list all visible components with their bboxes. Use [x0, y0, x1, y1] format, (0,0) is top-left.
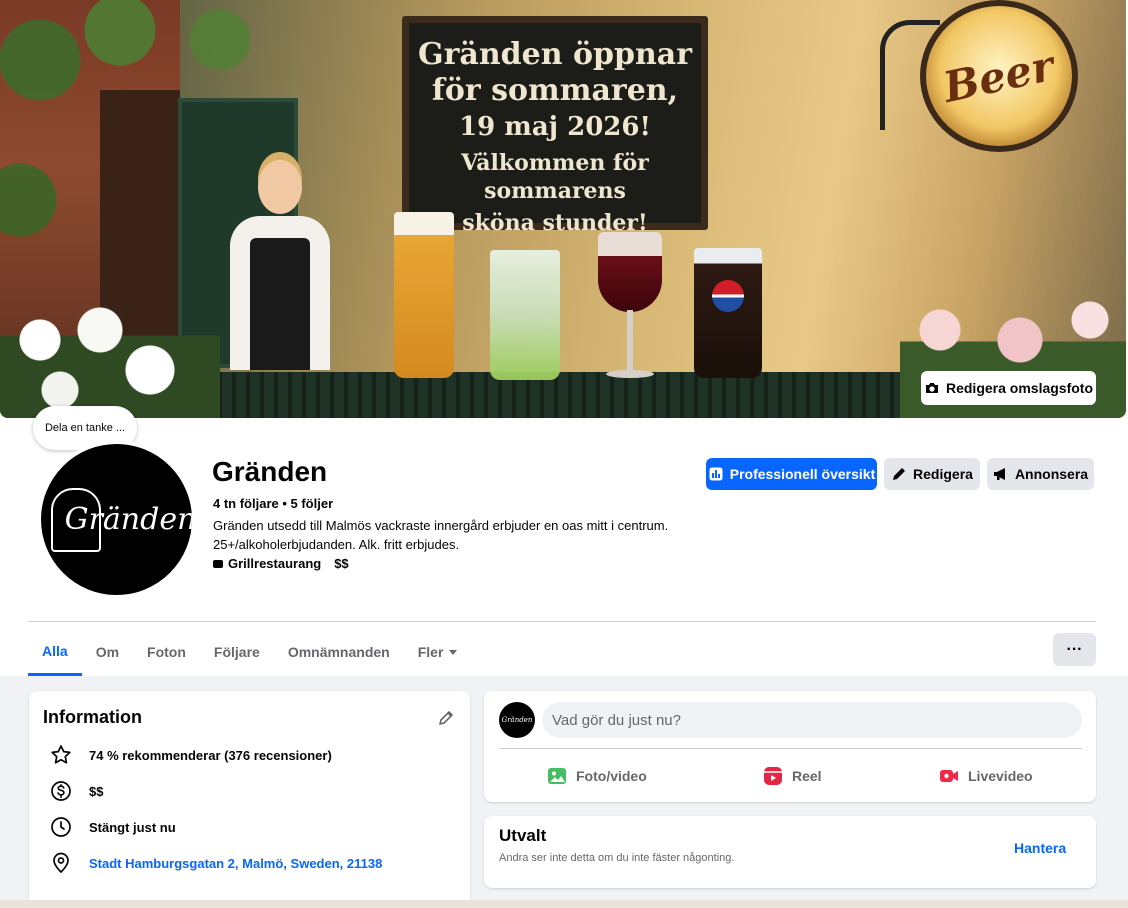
tab-followers[interactable]: Följare: [200, 628, 274, 676]
composer-avatar-text: Gränden: [501, 716, 533, 724]
hours-text: Stängt just nu: [89, 819, 176, 835]
share-thought-label: Dela en tanke ...: [44, 422, 126, 434]
live-video-label: Livevideo: [968, 768, 1033, 784]
photo-icon: [548, 768, 566, 784]
price-text: $$: [89, 783, 104, 799]
composer-avatar[interactable]: Gränden: [499, 702, 535, 738]
header-divider: [28, 621, 1096, 622]
beer-sign-text: Beer: [939, 40, 1059, 112]
advertise-label: Annonsera: [1014, 466, 1089, 482]
featured-title: Utvalt: [499, 826, 547, 845]
beer-glass: [394, 212, 454, 378]
live-video-button[interactable]: Livevideo: [938, 761, 1033, 791]
tab-label: Följare: [213, 644, 260, 660]
tab-label: Fler: [417, 644, 444, 660]
pencil-icon[interactable]: [437, 709, 455, 727]
logo-house-icon: [51, 488, 101, 552]
waitress: [222, 160, 336, 370]
tab-more[interactable]: Fler: [404, 628, 472, 676]
rating-text: 74 % rekommenderar (376 recensioner): [89, 747, 332, 763]
composer-divider: [499, 748, 1082, 749]
page-title: Gränden: [212, 456, 328, 487]
price-range: $$: [334, 556, 349, 571]
tab-all[interactable]: Alla: [28, 628, 82, 676]
waitress-head: [258, 160, 302, 214]
edit-label: Redigera: [913, 466, 973, 482]
live-video-icon: [940, 770, 958, 782]
manage-featured-link[interactable]: Hantera: [1014, 840, 1066, 856]
clock-icon: [51, 817, 71, 837]
edit-cover-label: Redigera omslagsfoto: [945, 380, 1094, 396]
tab-about[interactable]: Om: [82, 628, 133, 676]
mojito-glass: [490, 250, 560, 380]
professional-label: Professionell översikt: [729, 466, 876, 482]
hours-row: Stängt just nu: [49, 815, 176, 839]
pepsi-logo: [712, 280, 744, 312]
sign-line-3: 19 maj 2026!: [459, 112, 651, 142]
photo-video-button[interactable]: Foto/video: [546, 761, 647, 791]
rating-row: 74 % rekommenderar (376 recensioner): [49, 743, 332, 767]
tab-label: Alla: [42, 642, 68, 659]
reel-icon: [764, 767, 782, 785]
dollar-icon: [51, 781, 71, 801]
tab-photos[interactable]: Foton: [133, 628, 200, 676]
price-row: $$: [49, 779, 103, 803]
profile-tabs: Alla Om Foton Följare Omnämnanden Fler: [28, 628, 471, 676]
wine-glass-foot: [606, 370, 654, 378]
page-avatar[interactable]: Gränden: [37, 440, 196, 599]
information-card: Information 74 % rekommenderar (376 rece…: [29, 691, 470, 908]
advertise-button[interactable]: Annonsera: [987, 458, 1094, 490]
cover-photo[interactable]: Gränden öppnar för sommaren, 19 maj 2026…: [0, 0, 1126, 418]
whats-on-your-mind-input[interactable]: Vad gör du just nu?: [542, 702, 1082, 738]
white-flowers: [0, 300, 220, 418]
edit-page-button[interactable]: Redigera: [884, 458, 980, 490]
professional-dashboard-button[interactable]: Professionell översikt: [706, 458, 877, 490]
information-title: Information: [43, 707, 142, 727]
address-link[interactable]: Stadt Hamburgsgatan 2, Malmö, Sweden, 21…: [89, 856, 382, 871]
reel-label: Reel: [792, 768, 822, 784]
category-icon: [213, 559, 223, 568]
featured-subtitle: Andra ser inte detta om du inte fäster n…: [499, 852, 735, 864]
wine-glass: [598, 232, 662, 312]
tab-label: Om: [95, 644, 120, 660]
camera-icon: [925, 383, 938, 393]
category-label[interactable]: Grillrestaurang: [228, 556, 321, 571]
followers-count[interactable]: 4 tn följare • 5 följer: [213, 496, 333, 511]
chart-icon: [709, 467, 723, 481]
sign-line-1: Gränden öppnar: [417, 37, 692, 72]
more-options-button[interactable]: ···: [1053, 633, 1096, 666]
bottom-strip: [0, 900, 1128, 908]
cola-glass: [694, 248, 762, 378]
tab-mentions[interactable]: Omnämnanden: [274, 628, 404, 676]
reel-button[interactable]: Reel: [762, 761, 822, 791]
ivy-leaves: [0, 0, 260, 300]
post-composer: Gränden Vad gör du just nu? Foto/video R…: [484, 691, 1096, 802]
caret-down-icon: [449, 649, 458, 655]
sign-line-2: för sommaren,: [431, 73, 679, 108]
edit-cover-photo-button[interactable]: Redigera omslagsfoto: [921, 371, 1096, 405]
page-category: Grillrestaurang $$: [213, 556, 349, 571]
waitress-apron: [250, 238, 310, 370]
star-icon: [51, 745, 71, 764]
chalkboard-sign: Gränden öppnar för sommaren, 19 maj 2026…: [402, 16, 708, 236]
page-description: Gränden utsedd till Malmös vackraste inn…: [213, 518, 669, 552]
location-pin-icon: [53, 852, 69, 874]
sign-line-4: Välkommen för sommarens: [461, 150, 649, 204]
address-row[interactable]: Stadt Hamburgsgatan 2, Malmö, Sweden, 21…: [49, 851, 382, 875]
wine-glass-stem: [627, 310, 633, 372]
tab-label: Omnämnanden: [287, 644, 390, 660]
pencil-icon: [893, 468, 906, 480]
tab-label: Foton: [147, 644, 186, 660]
beer-sign: Beer: [920, 0, 1078, 152]
featured-card: Utvalt Andra ser inte detta om du inte f…: [484, 816, 1096, 888]
photo-video-label: Foto/video: [576, 768, 647, 784]
megaphone-icon: [993, 468, 1005, 480]
